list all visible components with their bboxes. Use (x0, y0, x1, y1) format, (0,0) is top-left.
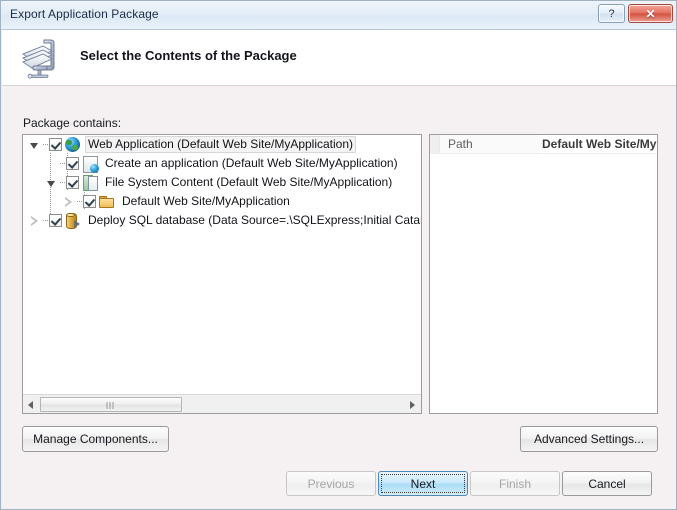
tree-checkbox[interactable] (49, 138, 62, 151)
chevron-right-icon[interactable] (27, 211, 43, 230)
focus-ring (381, 474, 465, 493)
tree-row[interactable]: Default Web Site/MyApplication (23, 192, 421, 211)
tree-checkbox[interactable] (49, 214, 62, 227)
advanced-settings-button[interactable]: Advanced Settings... (520, 426, 658, 452)
tree-row[interactable]: Deploy SQL database (Data Source=.\SQLEx… (23, 211, 422, 230)
tree-row[interactable]: Create an application (Default Web Site/… (23, 154, 421, 173)
tree-item-label: File System Content (Default Web Site/My… (105, 175, 393, 189)
folder-icon (99, 194, 115, 210)
scrollbar-thumb[interactable] (40, 396, 182, 412)
tree-item-label: Default Web Site/MyApplication (122, 194, 290, 208)
title-bar: Export Application Package ? ✕ (1, 1, 676, 30)
property-gutter (430, 135, 440, 153)
property-row[interactable]: Path Default Web Site/My (430, 135, 657, 154)
next-button[interactable]: Next (378, 471, 468, 496)
documents-icon (82, 174, 98, 191)
page-globe-icon (82, 155, 99, 173)
tree-row[interactable]: Web Application (Default Web Site/MyAppl… (23, 135, 421, 154)
chevron-right-icon[interactable] (61, 192, 77, 211)
tree-item-label: Create an application (Default Web Site/… (105, 156, 398, 170)
tree-item-label: Web Application (Default Web Site/MyAppl… (85, 136, 357, 153)
package-contains-label: Package contains: (23, 116, 122, 130)
dialog-body: Package contains: Web Application (Defau… (2, 86, 676, 509)
tree-checkbox[interactable] (66, 157, 79, 170)
package-compress-icon (14, 35, 62, 83)
finish-button: Finish (470, 471, 560, 496)
property-name: Path (448, 137, 473, 151)
scroll-right-arrow-icon[interactable] (404, 395, 421, 413)
close-icon[interactable]: ✕ (628, 4, 673, 23)
chevron-down-icon[interactable] (27, 135, 43, 154)
page-title: Select the Contents of the Package (80, 48, 297, 63)
property-value[interactable]: Default Web Site/My (540, 135, 657, 153)
dialog-header: Select the Contents of the Package (2, 30, 676, 86)
chevron-down-icon[interactable] (44, 173, 60, 192)
properties-panel[interactable]: Path Default Web Site/My (429, 134, 658, 414)
database-icon (65, 212, 81, 229)
tree-item-label: Deploy SQL database (Data Source=.\SQLEx… (88, 213, 422, 227)
globe-icon (65, 136, 81, 153)
tree-row[interactable]: File System Content (Default Web Site/My… (23, 173, 421, 192)
scrollbar-grip-icon (106, 401, 116, 409)
scrollbar-track[interactable] (40, 395, 404, 413)
previous-button: Previous (286, 471, 376, 496)
tree-checkbox[interactable] (83, 195, 96, 208)
scroll-left-arrow-icon[interactable] (23, 395, 40, 413)
manage-components-button[interactable]: Manage Components... (22, 426, 169, 452)
package-contents-tree[interactable]: Web Application (Default Web Site/MyAppl… (22, 134, 422, 414)
tree-checkbox[interactable] (66, 176, 79, 189)
tree-rows: Web Application (Default Web Site/MyAppl… (23, 135, 422, 393)
window-title: Export Application Package (10, 7, 159, 21)
help-button[interactable]: ? (598, 4, 625, 23)
tree-horizontal-scrollbar[interactable] (23, 394, 421, 413)
caption-button-group: ? ✕ (598, 4, 673, 23)
export-application-package-dialog: Export Application Package ? ✕ Select th… (0, 0, 677, 510)
cancel-button[interactable]: Cancel (562, 471, 652, 496)
